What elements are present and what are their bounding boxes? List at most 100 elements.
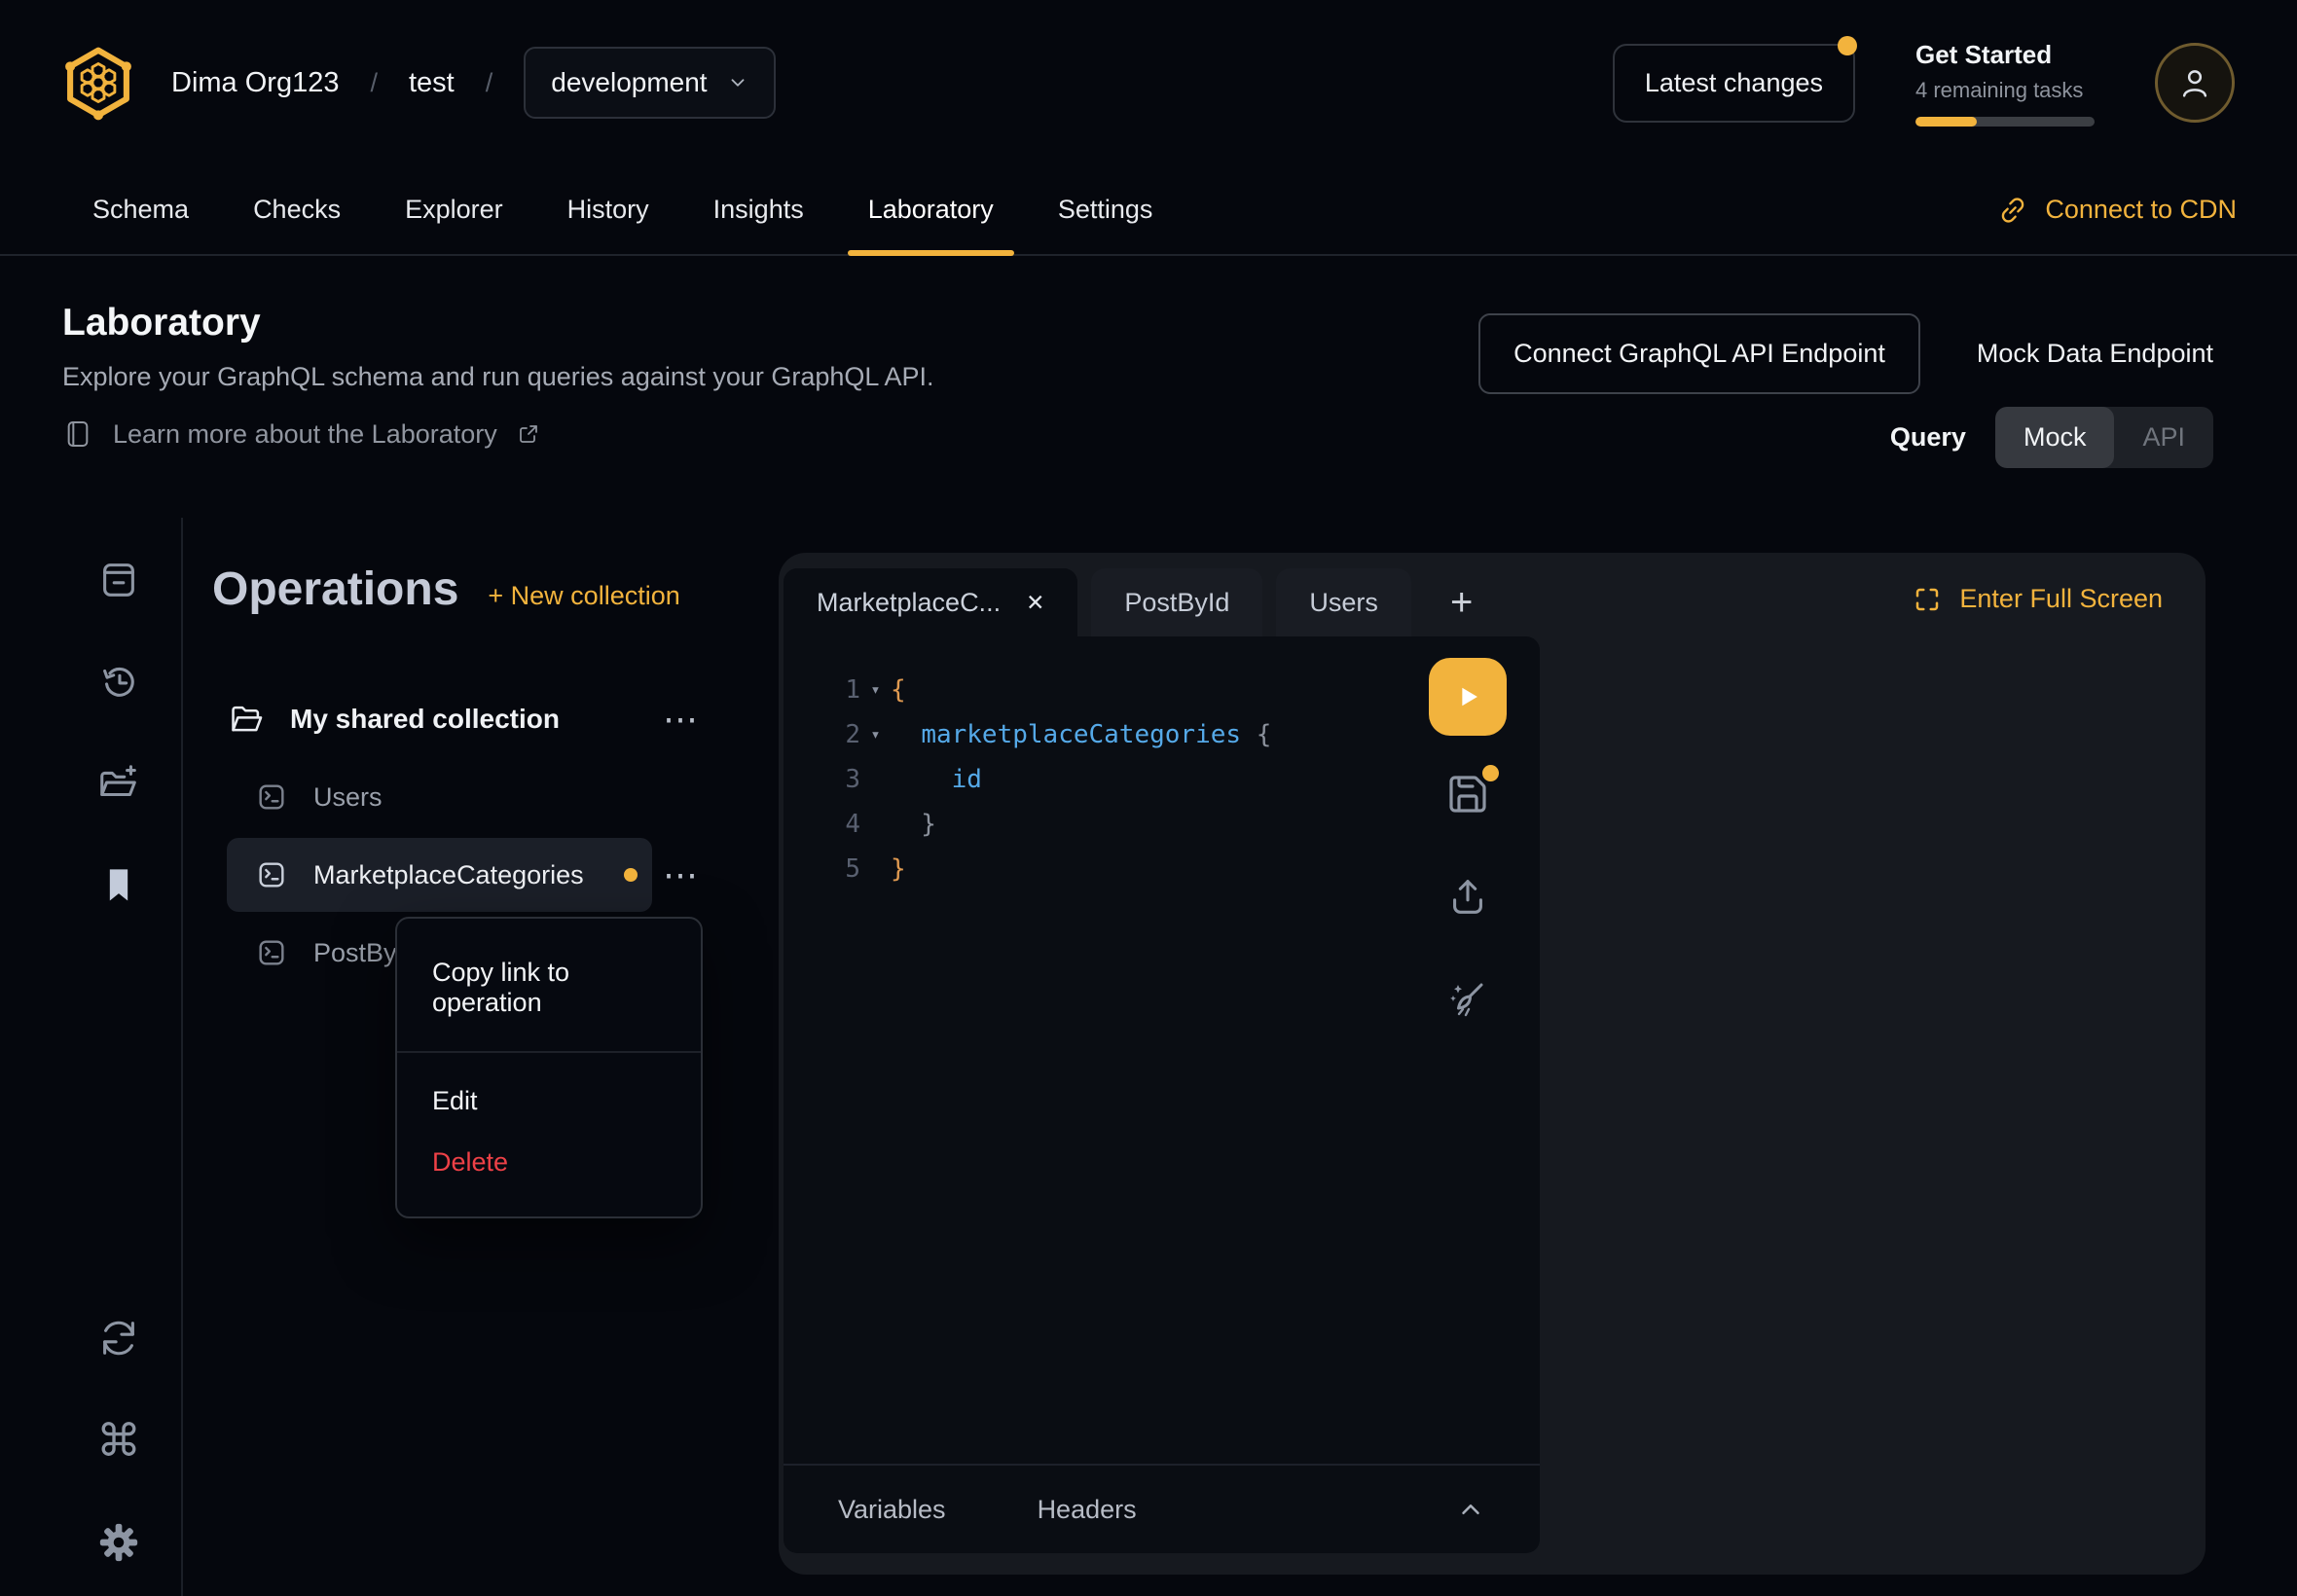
- collections-icon[interactable]: [96, 557, 141, 601]
- sidebar-rail-bottom: ⌘: [96, 1316, 141, 1565]
- collection-menu-button[interactable]: ⋯: [658, 709, 703, 729]
- sidebar-divider: [181, 518, 183, 1596]
- toggle-option-mock[interactable]: Mock: [1995, 407, 2115, 468]
- settings-gear-icon[interactable]: [96, 1520, 141, 1565]
- breadcrumb-project[interactable]: test: [409, 67, 455, 99]
- code-token: [891, 712, 921, 757]
- user-avatar[interactable]: [2155, 43, 2235, 123]
- folder-open-icon: [228, 701, 265, 738]
- code-token: id: [952, 757, 982, 802]
- external-link-icon: [517, 422, 540, 446]
- new-folder-icon[interactable]: [96, 761, 141, 806]
- query-editor[interactable]: 1▾{2▾ marketplaceCategories {3 id4 }5} V…: [784, 636, 1540, 1553]
- tab-history[interactable]: History: [535, 165, 681, 254]
- get-started-card[interactable]: Get Started 4 remaining tasks: [1915, 40, 2095, 127]
- tab-insights[interactable]: Insights: [681, 165, 836, 254]
- query-label: Query: [1890, 422, 1966, 453]
- code-token: }: [891, 802, 936, 847]
- chevron-down-icon: [727, 72, 748, 93]
- share-operation-button[interactable]: [1445, 874, 1490, 919]
- primary-navbar: SchemaChecksExplorerHistoryInsightsLabor…: [0, 165, 2297, 256]
- book-icon: [62, 417, 93, 452]
- operations-title: Operations: [212, 562, 458, 616]
- tab-schema[interactable]: Schema: [60, 165, 221, 254]
- refresh-icon[interactable]: [96, 1316, 141, 1360]
- enter-fullscreen-button[interactable]: Enter Full Screen: [1913, 584, 2163, 614]
- page-subtitle: Explore your GraphQL schema and run quer…: [62, 362, 933, 392]
- new-collection-button[interactable]: + New collection: [488, 581, 679, 611]
- line-number: 1: [784, 668, 860, 712]
- code-line: 2▾ marketplaceCategories {: [784, 712, 1540, 757]
- operation-item-users[interactable]: Users: [212, 759, 769, 835]
- editor-actions: [1429, 658, 1507, 1078]
- learn-more-link[interactable]: Learn more about the Laboratory: [62, 417, 540, 452]
- editor-tab-label: MarketplaceC...: [817, 588, 1001, 618]
- latest-changes-button[interactable]: Latest changes: [1613, 44, 1855, 123]
- collection-name: My shared collection: [290, 704, 560, 735]
- fold-toggle-icon: [860, 757, 891, 802]
- environment-dropdown[interactable]: development: [524, 47, 775, 119]
- editor-tab-marketplacec[interactable]: MarketplaceC... ✕: [784, 568, 1077, 636]
- editor-tab-postbyid[interactable]: PostById: [1091, 568, 1262, 636]
- connect-to-cdn-link[interactable]: Connect to CDN: [1997, 165, 2237, 254]
- collapse-panel-chevron-up-icon[interactable]: [1456, 1495, 1485, 1524]
- new-tab-button[interactable]: +: [1425, 568, 1498, 636]
- editor-tab-label: Users: [1309, 588, 1378, 618]
- toggle-option-api[interactable]: API: [2114, 407, 2213, 468]
- code-area[interactable]: 1▾{2▾ marketplaceCategories {3 id4 }5}: [784, 636, 1540, 891]
- close-tab-icon[interactable]: ✕: [1026, 590, 1044, 616]
- code-token: }: [891, 847, 906, 891]
- execute-query-button[interactable]: [1429, 658, 1507, 736]
- laboratory-workspace-panel: MarketplaceC... ✕ PostById Users + Enter Ful…: [779, 553, 2206, 1575]
- endpoint-actions: Connect GraphQL API Endpoint Mock Data E…: [1478, 313, 2213, 394]
- code-line: 3 id: [784, 757, 1540, 802]
- fold-toggle-icon[interactable]: ▾: [860, 668, 891, 712]
- editor-tab-users[interactable]: Users: [1276, 568, 1411, 636]
- operation-label: MarketplaceCategories: [313, 860, 584, 890]
- line-number: 2: [784, 712, 860, 757]
- save-operation-button[interactable]: [1444, 771, 1491, 817]
- operation-item-marketplacecategories[interactable]: MarketplaceCategories ⋯: [212, 837, 769, 913]
- menu-item-edit[interactable]: Edit: [397, 1070, 701, 1132]
- code-token: [891, 757, 952, 802]
- collection-row[interactable]: My shared collection ⋯: [212, 681, 769, 757]
- variables-tab[interactable]: Variables: [838, 1495, 946, 1525]
- code-token: marketplaceCategories: [921, 712, 1241, 757]
- headers-tab[interactable]: Headers: [1038, 1495, 1137, 1525]
- environment-dropdown-value: development: [551, 67, 707, 98]
- code-line: 1▾{: [784, 668, 1540, 712]
- connect-graphql-endpoint-button[interactable]: Connect GraphQL API Endpoint: [1478, 313, 1920, 394]
- line-number: 3: [784, 757, 860, 802]
- prettify-query-button[interactable]: [1444, 975, 1491, 1022]
- mock-api-toggle: MockAPI: [1995, 407, 2213, 468]
- tab-checks[interactable]: Checks: [221, 165, 373, 254]
- fullscreen-icon: [1913, 585, 1942, 614]
- operation-menu-button[interactable]: ⋯: [658, 865, 703, 885]
- operation-label: Users: [313, 782, 383, 813]
- editor-tab-label: PostById: [1124, 588, 1229, 618]
- operation-icon: [255, 858, 288, 891]
- operations-header: Operations + New collection: [212, 562, 680, 616]
- editor-footer: Variables Headers: [784, 1464, 1540, 1553]
- breadcrumb-org[interactable]: Dima Org123: [171, 67, 339, 99]
- hive-logo-icon[interactable]: [62, 44, 134, 122]
- tab-settings[interactable]: Settings: [1026, 165, 1185, 254]
- latest-changes-label: Latest changes: [1645, 68, 1823, 97]
- mock-data-endpoint-button[interactable]: Mock Data Endpoint: [1977, 339, 2213, 369]
- menu-item-delete[interactable]: Delete: [397, 1132, 701, 1193]
- history-icon[interactable]: [96, 659, 141, 704]
- line-number: 4: [784, 802, 860, 847]
- menu-divider: [397, 1051, 701, 1053]
- tab-explorer[interactable]: Explorer: [373, 165, 535, 254]
- fold-toggle-icon: [860, 847, 891, 891]
- tab-laboratory[interactable]: Laboratory: [836, 165, 1026, 254]
- notification-dot: [1838, 36, 1857, 55]
- fold-toggle-icon[interactable]: ▾: [860, 712, 891, 757]
- bookmark-icon[interactable]: [97, 863, 140, 906]
- menu-item-copy-link-to-operation[interactable]: Copy link to operation: [397, 942, 701, 1034]
- command-menu-icon[interactable]: ⌘: [96, 1418, 141, 1463]
- code-token: {: [1241, 712, 1271, 757]
- code-line: 4 }: [784, 802, 1540, 847]
- modified-dot: [624, 868, 638, 882]
- breadcrumb: Dima Org123 / test / development: [171, 47, 776, 119]
